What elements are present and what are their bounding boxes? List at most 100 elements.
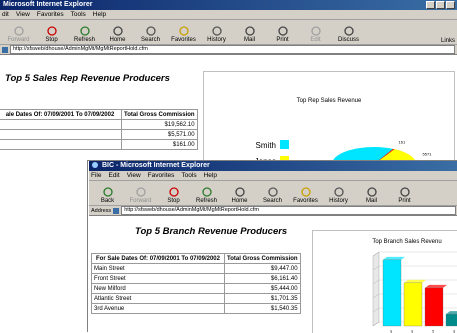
back-address-bar: http://sfsweb/dhouse/AdminMgMt/MgMtRepor… — [0, 45, 457, 55]
forward-arrow-icon — [135, 187, 146, 197]
front-address-bar: Address http://sfsweb/dhouse/AdminMgMt/M… — [89, 206, 457, 216]
toolbar-label: Mail — [365, 198, 377, 204]
toolbar-button-2[interactable]: Refresh — [68, 26, 101, 44]
ie-logo-icon — [92, 162, 98, 169]
front-page-content: Top 5 Branch Revenue Producers For Sale … — [89, 216, 457, 333]
history-icon — [211, 26, 222, 36]
toolbar-button-1[interactable]: Stop — [35, 26, 68, 44]
menu-item-5[interactable]: Help — [204, 172, 217, 179]
toolbar-label: Mail — [243, 37, 255, 43]
toolbar-label: Back — [100, 198, 115, 204]
row-label: Atlantic Street — [91, 293, 225, 304]
chart-wall — [372, 251, 380, 327]
toolbar-button-4[interactable]: Search — [134, 26, 167, 44]
bar-top-3 — [446, 311, 457, 315]
toolbar-button-3[interactable]: Refresh — [190, 187, 223, 205]
toolbar-button-0[interactable]: Back — [91, 187, 124, 205]
links-label[interactable]: Links — [441, 38, 455, 44]
front-address-input[interactable]: http://sfsweb/dhouse/AdminMgMt/MgMtRepor… — [121, 206, 456, 215]
toolbar-label: Discuss — [337, 37, 359, 43]
back-arrow-icon — [102, 187, 113, 197]
back-address-input[interactable]: http://sfsweb/dhouse/AdminMgMt/MgMtRepor… — [10, 45, 455, 54]
toolbar-label: Stop — [167, 198, 180, 204]
favorites-icon — [178, 26, 189, 36]
forward-arrow-icon — [13, 26, 24, 36]
column-header: Total Gross Commission — [121, 109, 198, 120]
toolbar-button-6[interactable]: History — [200, 26, 233, 44]
menu-item-1[interactable]: Edit — [108, 172, 119, 179]
row-value: $5,444.00 — [224, 283, 301, 294]
table-header-row: For Sale Dates Of: 07/09/2001 To 07/09/2… — [91, 253, 301, 264]
toolbar-label: Favorites — [171, 37, 196, 43]
chart-title: Top Rep Sales Revenue — [297, 98, 362, 104]
column-header: ale Dates Of: 07/09/2001 To 07/09/2002 — [0, 109, 122, 120]
table-row: $19,562.10 — [0, 119, 198, 130]
toolbar-button-9[interactable]: Print — [388, 187, 421, 205]
toolbar-label: Print — [276, 37, 289, 43]
toolbar-button-10[interactable]: Discuss — [332, 26, 365, 44]
menu-item-3[interactable]: Tools — [71, 11, 86, 18]
table-row: 3rd Avenue $1,540.35 — [91, 303, 301, 314]
toolbar-button-2[interactable]: Stop — [157, 187, 190, 205]
minimize-button[interactable] — [426, 1, 435, 9]
row-label — [0, 129, 122, 140]
toolbar-label: Stop — [45, 37, 58, 43]
toolbar-button-5[interactable]: Favorites — [167, 26, 200, 44]
toolbar-label: History — [207, 37, 226, 43]
row-label: 3rd Avenue — [91, 303, 225, 314]
bar-top-1 — [404, 279, 426, 283]
menu-item-2[interactable]: Favorites — [37, 11, 64, 18]
row-value: $19,562.10 — [121, 119, 198, 130]
row-value: $5,571.00 — [121, 129, 198, 140]
toolbar-button-3[interactable]: Home — [101, 26, 134, 44]
column-header: For Sale Dates Of: 07/09/2001 To 07/09/2… — [91, 253, 225, 264]
row-label — [0, 119, 122, 130]
menu-item-1[interactable]: View — [16, 11, 30, 18]
toolbar-label: Home — [231, 198, 248, 204]
toolbar-label: Home — [109, 37, 126, 43]
page-icon — [2, 46, 8, 53]
toolbar-button-1[interactable]: Forward — [124, 187, 157, 205]
toolbar-button-7[interactable]: Mail — [233, 26, 266, 44]
menu-item-2[interactable]: View — [127, 172, 141, 179]
front-page-heading: Top 5 Branch Revenue Producers — [135, 226, 288, 237]
menu-item-4[interactable]: Help — [93, 11, 106, 18]
stop-icon — [168, 187, 179, 197]
toolbar-button-8[interactable]: Mail — [355, 187, 388, 205]
branch-table: For Sale Dates Of: 07/09/2001 To 07/09/2… — [91, 253, 301, 314]
row-value: $1,540.35 — [224, 303, 301, 314]
back-page-heading: Top 5 Sales Rep Revenue Producers — [5, 73, 170, 84]
toolbar-button-4[interactable]: Home — [223, 187, 256, 205]
close-button[interactable] — [446, 1, 455, 9]
maximize-button[interactable] — [436, 1, 445, 9]
page-icon — [113, 207, 120, 214]
column-header: Total Gross Commission — [224, 253, 301, 264]
menu-item-0[interactable]: File — [91, 172, 101, 179]
toolbar-label: Favorites — [293, 198, 318, 204]
menu-item-3[interactable]: Favorites — [148, 172, 175, 179]
toolbar-label: Refresh — [73, 37, 95, 43]
toolbar-button-5[interactable]: Search — [256, 187, 289, 205]
back-title-bar: Microsoft Internet Explorer — [0, 0, 457, 10]
toolbar-button-8[interactable]: Print — [266, 26, 299, 44]
row-value: $6,161.40 — [224, 273, 301, 284]
chart-title: Top Branch Sales Revenu — [372, 239, 441, 245]
table-row: $161.00 — [0, 139, 198, 150]
bar-chart-panel: Top Branch Sales RevenuMain StreetFront … — [312, 230, 457, 333]
toolbar-label: Refresh — [195, 198, 217, 204]
row-label: Main Street — [91, 263, 225, 274]
toolbar-button-6[interactable]: Favorites — [289, 187, 322, 205]
toolbar-button-0[interactable]: Forward — [2, 26, 35, 44]
row-label: Front Street — [91, 273, 225, 284]
toolbar-button-7[interactable]: History — [322, 187, 355, 205]
bar-top-0 — [383, 256, 405, 260]
bar-3 — [445, 313, 457, 327]
toolbar-label: Forward — [129, 198, 152, 204]
toolbar-label: Search — [140, 37, 160, 43]
row-value: $9,447.00 — [224, 263, 301, 274]
toolbar-label: Edit — [310, 37, 321, 43]
menu-item-0[interactable]: dit — [2, 11, 9, 18]
toolbar-button-9[interactable]: Edit — [299, 26, 332, 44]
table-row: Front Street $6,161.40 — [91, 273, 301, 284]
menu-item-4[interactable]: Tools — [181, 172, 196, 179]
